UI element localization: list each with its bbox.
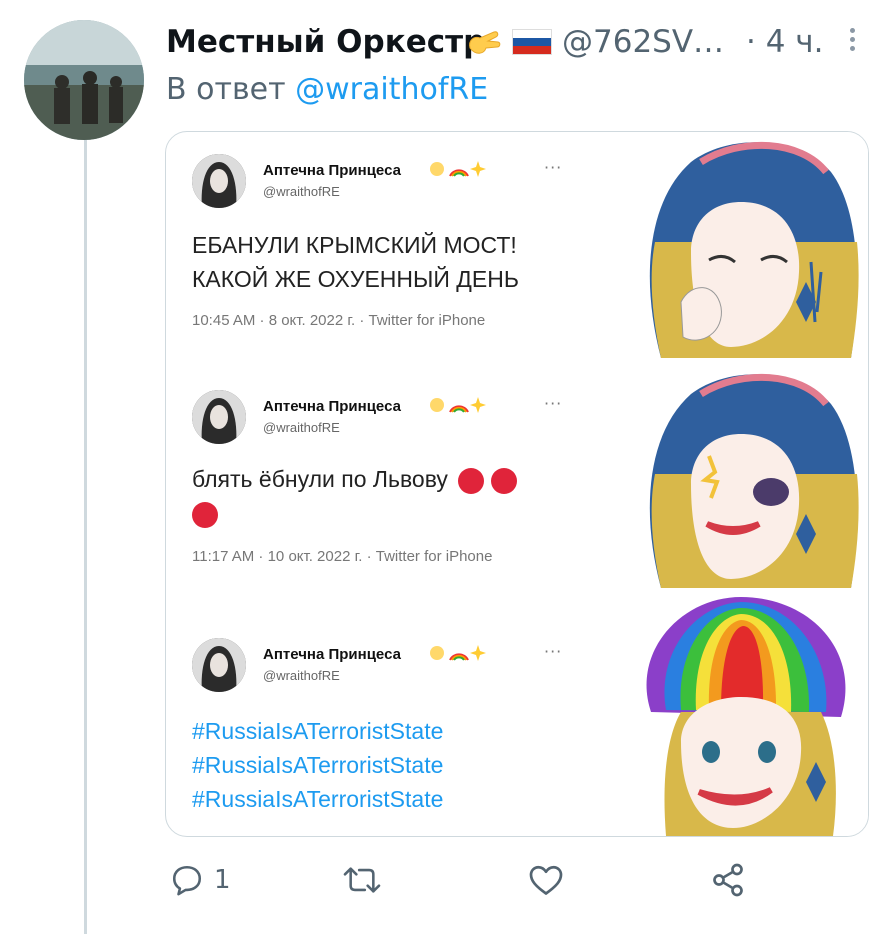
embedded-meta: 11:17 AM · 10 окт. 2022 г. · Twitter for…	[192, 548, 493, 565]
embedded-emoji-icon	[428, 158, 498, 180]
embedded-text: блять ёбнули по Львову	[192, 462, 517, 530]
embedded-text-line: блять ёбнули по Львову	[192, 466, 448, 492]
reply-icon	[172, 865, 202, 896]
action-bar: 1	[166, 856, 806, 906]
tweet-header: Местный Оркестр @762SV… · 4 ч.	[166, 20, 866, 64]
reply-count: 1	[214, 865, 231, 895]
retweet-icon	[343, 867, 381, 893]
angry-face-icon	[192, 501, 218, 528]
embedded-more-icon: ···	[544, 642, 563, 661]
embedded-text-line: ЕБАНУЛИ КРЫМСКИЙ МОСТ!	[192, 232, 517, 258]
embedded-handle: @wraithofRE	[263, 420, 340, 435]
hashtag-line: #RussiaIsATerroristState	[192, 786, 444, 812]
author-name[interactable]: Местный Оркестр	[166, 20, 485, 64]
anime-girl-bruised-image	[621, 364, 868, 588]
like-button[interactable]	[528, 856, 564, 904]
avatar[interactable]	[24, 20, 144, 140]
like-icon	[529, 865, 563, 895]
embedded-avatar	[192, 154, 246, 208]
tweet-time[interactable]: · 4 ч.	[746, 20, 823, 64]
retweet-button[interactable]	[342, 856, 382, 904]
more-icon[interactable]	[842, 24, 862, 60]
hand-emoji-icon	[464, 26, 504, 58]
hashtag-line: #RussiaIsATerroristState	[192, 718, 444, 744]
thread-line	[84, 140, 87, 934]
reply-button[interactable]: 1	[170, 856, 231, 904]
angry-face-icon	[490, 467, 517, 494]
embedded-handle: @wraithofRE	[263, 668, 340, 683]
embedded-name: Аптечна Принцеса	[263, 162, 401, 179]
hashtag-line: #RussiaIsATerroristState	[192, 752, 444, 778]
anime-girl-clown-image	[621, 592, 868, 836]
embedded-text: ЕБАНУЛИ КРЫМСКИЙ МОСТ! КАКОЙ ЖЕ ОХУЕННЫЙ…	[192, 228, 519, 296]
embedded-emoji-icon	[428, 394, 498, 416]
anime-girl-crying-image	[621, 132, 868, 358]
reply-context: В ответ @wraithofRE	[166, 70, 488, 110]
embedded-more-icon: ···	[544, 394, 563, 413]
embedded-more-icon: ···	[544, 158, 563, 177]
angry-face-icon	[458, 467, 485, 494]
embedded-name: Аптечна Принцеса	[263, 398, 401, 415]
embedded-handle: @wraithofRE	[263, 184, 340, 199]
embedded-tweet-1: Аптечна Принцеса @wraithofRE ··· ЕБАНУЛИ…	[166, 132, 868, 358]
embedded-meta: 10:45 AM · 8 окт. 2022 г. · Twitter for …	[192, 312, 486, 329]
embedded-text-line: КАКОЙ ЖЕ ОХУЕННЫЙ ДЕНЬ	[192, 266, 519, 292]
embedded-avatar	[192, 638, 246, 692]
share-icon	[713, 863, 743, 897]
embedded-tweet-3: Аптечна Принцеса @wraithofRE ··· #Russia…	[166, 592, 868, 836]
attached-image[interactable]: Аптечна Принцеса @wraithofRE ··· ЕБАНУЛИ…	[165, 131, 869, 837]
embedded-tweet-2: Аптечна Принцеса @wraithofRE ··· блять ё…	[166, 358, 868, 592]
embedded-hashtags: #RussiaIsATerroristState #RussiaIsATerro…	[192, 714, 443, 816]
author-handle[interactable]: @762SV…	[562, 20, 724, 64]
reply-mention-link[interactable]: @wraithofRE	[295, 72, 488, 107]
embedded-emoji-icon	[428, 642, 498, 664]
embedded-avatar	[192, 390, 246, 444]
share-button[interactable]	[710, 856, 746, 904]
embedded-name: Аптечна Принцеса	[263, 646, 401, 663]
russia-flag-icon	[512, 29, 552, 55]
reply-prefix: В ответ	[166, 72, 296, 107]
